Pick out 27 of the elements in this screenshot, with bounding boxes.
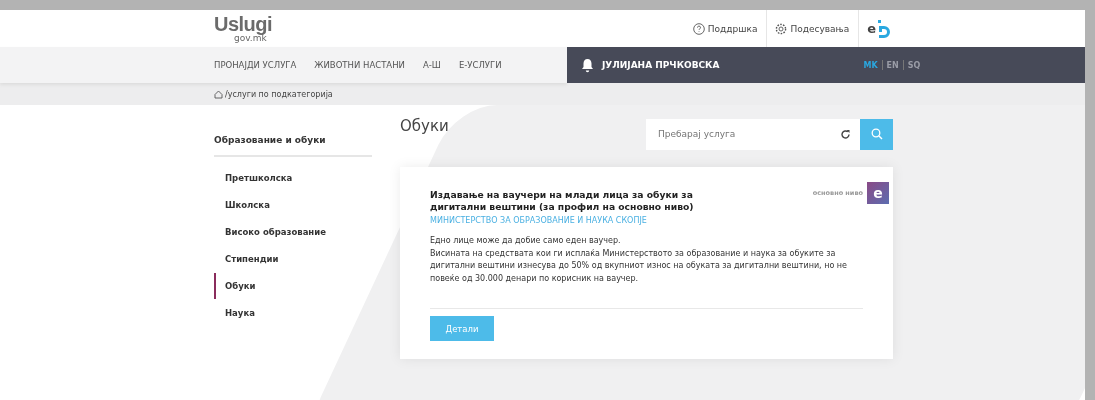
e-service-badge: e <box>867 182 889 204</box>
sidebar-item[interactable]: Претшколска <box>214 165 372 191</box>
sidebar-item[interactable]: Стипендии <box>214 246 372 272</box>
refresh-icon[interactable] <box>840 128 851 140</box>
nav-link[interactable]: ЖИВОТНИ НАСТАНИ <box>314 60 405 70</box>
settings-icon <box>775 22 788 35</box>
nav-link[interactable]: ПРОНАЈДИ УСЛУГА <box>214 60 297 70</box>
sidebar-item[interactable]: Високо образование <box>214 219 372 245</box>
home-icon[interactable] <box>214 89 223 99</box>
sidebar-item[interactable]: Обуки <box>214 273 372 299</box>
page-title: Обуки <box>400 117 449 135</box>
site-logo[interactable]: Uslugi gov.mk <box>214 14 273 43</box>
user-name[interactable]: ЈУЛИЈАНА ПРЧКОВСКА <box>602 60 720 70</box>
sidebar-title: Образование и обуки <box>214 135 372 157</box>
breadcrumb-text: /услуги по подкатегорија <box>225 89 333 99</box>
help-icon <box>692 22 705 35</box>
service-description: Висината на средствата кои ги исплаќа Министерството за образование и наука за обуките за дигитални вештини изнесува до 50% од вкупниот износ на обуката за дигитални вештини, но не повеќе од 30.000 денари по корисник на ваучер. <box>430 247 848 286</box>
nav-link[interactable]: А-Ш <box>422 60 441 70</box>
nav-link[interactable]: Е-УСЛУГИ <box>458 60 502 70</box>
service-title[interactable]: Издавање на ваучери на млади лица за обуки за дигитални вештини (за профил на основно ниво) <box>430 189 740 214</box>
search-icon <box>870 128 883 140</box>
search-field[interactable]: Пребарај услуга <box>646 118 860 150</box>
service-description: Едно лице може да добие само еден ваучер. <box>430 234 622 247</box>
sidebar-item[interactable]: Наука <box>214 300 372 326</box>
sidebar-item[interactable]: Школска <box>214 192 372 218</box>
bell-icon[interactable] <box>581 57 594 73</box>
eid-logo[interactable]: e <box>867 10 894 47</box>
